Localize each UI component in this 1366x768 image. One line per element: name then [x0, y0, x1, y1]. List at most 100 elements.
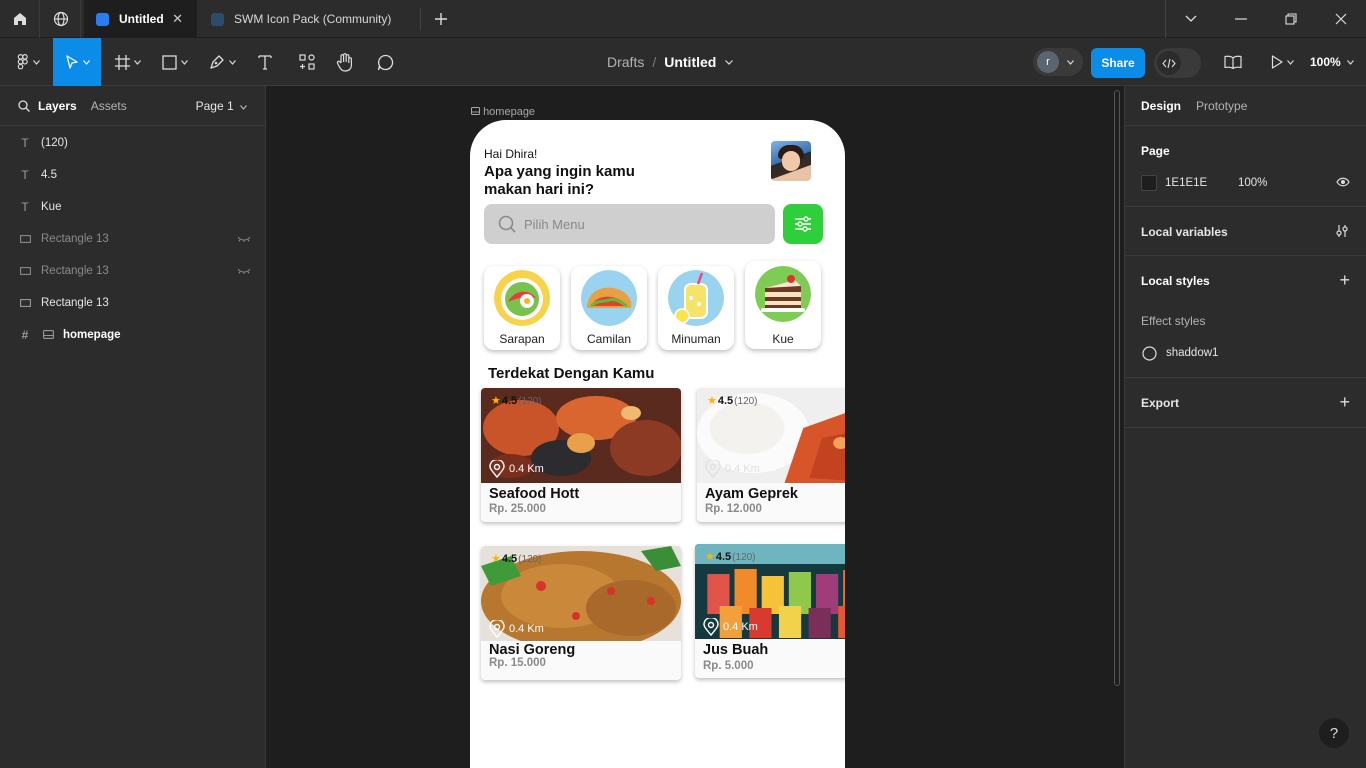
local-variables-label[interactable]: Local variables [1141, 225, 1228, 239]
rating-count: (120) [518, 554, 542, 565]
layer-row[interactable]: Rectangle 13 [0, 287, 265, 319]
community-button[interactable] [41, 0, 81, 38]
tab-design[interactable]: Design [1141, 99, 1181, 113]
share-button[interactable]: Share [1091, 48, 1145, 78]
search-input[interactable]: Pilih Menu [484, 204, 775, 244]
distance: 0.4 Km [489, 620, 544, 638]
tab-assets[interactable]: Assets [91, 99, 127, 113]
help-button[interactable]: ? [1319, 718, 1349, 748]
export-section: Export + [1125, 378, 1366, 428]
tab-prototype[interactable]: Prototype [1196, 99, 1247, 113]
page-color-swatch[interactable] [1141, 175, 1157, 191]
dev-mode-toggle[interactable] [1154, 48, 1201, 78]
page-color-value[interactable]: 1E1E1E [1165, 177, 1207, 189]
food-card-jus-buah[interactable]: ★ 4.5 (120) 0.4 Km Jus Buah Rp. 5.000 [695, 544, 845, 678]
frame-tool-button[interactable] [108, 38, 148, 86]
canvas-scrollbar[interactable] [1114, 90, 1120, 686]
design-file-icon [211, 12, 224, 26]
category-minuman[interactable]: Minuman [658, 266, 734, 350]
tab-untitled[interactable]: Untitled ✕ [84, 0, 197, 38]
multiplayer-avatars[interactable]: r [1033, 48, 1083, 76]
chevron-down-icon [32, 59, 40, 65]
location-pin-icon [489, 460, 505, 478]
homepage-frame[interactable]: Hai Dhira! Apa yang ingin kamu makan har… [470, 120, 845, 768]
minimize-icon [1235, 18, 1247, 20]
minimize-button[interactable] [1216, 0, 1266, 38]
layer-name: 4.5 [41, 169, 57, 181]
text-tool-button[interactable] [250, 38, 280, 86]
chevron-down-icon[interactable] [725, 59, 734, 65]
layer-name: Rectangle 13 [41, 265, 109, 277]
page-selector[interactable]: Page 1 [196, 99, 247, 113]
location-pin-icon [489, 620, 505, 638]
rectangle-layer-icon [18, 232, 32, 246]
eye-closed-icon[interactable] [237, 265, 251, 277]
close-window-button[interactable] [1316, 0, 1366, 38]
file-name[interactable]: Untitled [664, 54, 716, 70]
canvas[interactable]: homepage Hai Dhira! Apa yang ingin kamu … [266, 86, 1124, 768]
restore-button[interactable] [1266, 0, 1316, 38]
tab-bar: Untitled ✕ SWM Icon Pack (Community) [0, 0, 1366, 38]
food-name: Seafood Hott [489, 486, 580, 502]
comment-icon [377, 54, 393, 70]
home-button[interactable] [0, 0, 40, 38]
search-icon[interactable] [18, 99, 30, 112]
move-tool-button[interactable] [53, 38, 101, 86]
layer-row[interactable]: # homepage [0, 319, 265, 351]
category-sarapan[interactable]: Sarapan [484, 266, 560, 350]
category-camilan[interactable]: Camilan [571, 266, 647, 350]
device-icon [471, 107, 480, 115]
sliders-icon [795, 216, 811, 232]
location-pin-icon [705, 460, 721, 478]
zoom-menu[interactable]: 100% [1310, 38, 1354, 86]
chevron-down-icon [240, 104, 247, 110]
comment-tool-button[interactable] [370, 38, 400, 86]
main-menu-button[interactable] [8, 38, 48, 86]
properties-tabs: Design Prototype [1125, 86, 1366, 126]
add-export-icon[interactable]: + [1339, 393, 1350, 411]
present-button[interactable] [1264, 38, 1300, 86]
lemonade-icon [668, 270, 724, 326]
breadcrumb-separator: / [652, 54, 657, 70]
layer-row[interactable]: Rectangle 13 [0, 255, 265, 287]
home-icon [13, 13, 26, 25]
tab-layers[interactable]: Layers [38, 99, 77, 113]
layer-row[interactable]: Rectangle 13 [0, 223, 265, 255]
local-variables-section: Local variables [1125, 207, 1366, 256]
variables-icon[interactable] [1336, 224, 1348, 238]
category-kue[interactable]: Kue [745, 261, 821, 349]
layer-row[interactable]: T 4.5 [0, 159, 265, 191]
chevron-down-icon [1185, 15, 1197, 22]
globe-icon [53, 11, 68, 27]
eye-closed-icon[interactable] [237, 233, 251, 245]
pen-tool-button[interactable] [202, 38, 242, 86]
rating-value: 4.5 [501, 395, 518, 407]
plus-icon [435, 13, 447, 25]
chevron-down-icon [82, 59, 90, 65]
tab-swm-icon-pack[interactable]: SWM Icon Pack (Community) [199, 0, 419, 38]
location-pin-icon [703, 618, 719, 636]
filter-button[interactable] [783, 204, 823, 244]
food-card-nasi-goreng[interactable]: ★ 4.5 (120) 0.4 Km Nasi Goreng Rp. 15.000 [481, 546, 681, 680]
eye-icon[interactable] [1336, 177, 1350, 187]
layer-row[interactable]: T Kue [0, 191, 265, 223]
resources-tool-button[interactable] [292, 38, 322, 86]
library-button[interactable] [1218, 38, 1248, 86]
layer-row[interactable]: T (120) [0, 127, 265, 159]
rating-count: (120) [518, 396, 542, 407]
breadcrumb-drafts[interactable]: Drafts [607, 54, 644, 70]
food-card-seafood[interactable]: ★ 4.5 (120) 0.4 Km Seafood Hott Rp. 25.000 [481, 388, 681, 522]
page-opacity-value[interactable]: 100% [1238, 177, 1267, 189]
close-tab-icon[interactable]: ✕ [172, 11, 183, 27]
new-tab-button[interactable] [421, 0, 461, 38]
effect-style-name[interactable]: shaddow1 [1166, 347, 1218, 359]
tabs-menu-button[interactable] [1166, 0, 1216, 38]
rating: ★ 4.5 (120) [491, 394, 542, 407]
food-card-ayam-geprek[interactable]: ★ 4.5 (120) 0.4 Km Ayam Geprek Rp. 12.000 [697, 388, 845, 522]
frame-label[interactable]: homepage [471, 106, 535, 118]
hand-tool-button[interactable] [330, 38, 360, 86]
shape-tool-button[interactable] [155, 38, 195, 86]
profile-avatar[interactable] [771, 141, 811, 181]
layer-name: (120) [41, 137, 68, 149]
add-style-icon[interactable]: + [1339, 271, 1350, 289]
